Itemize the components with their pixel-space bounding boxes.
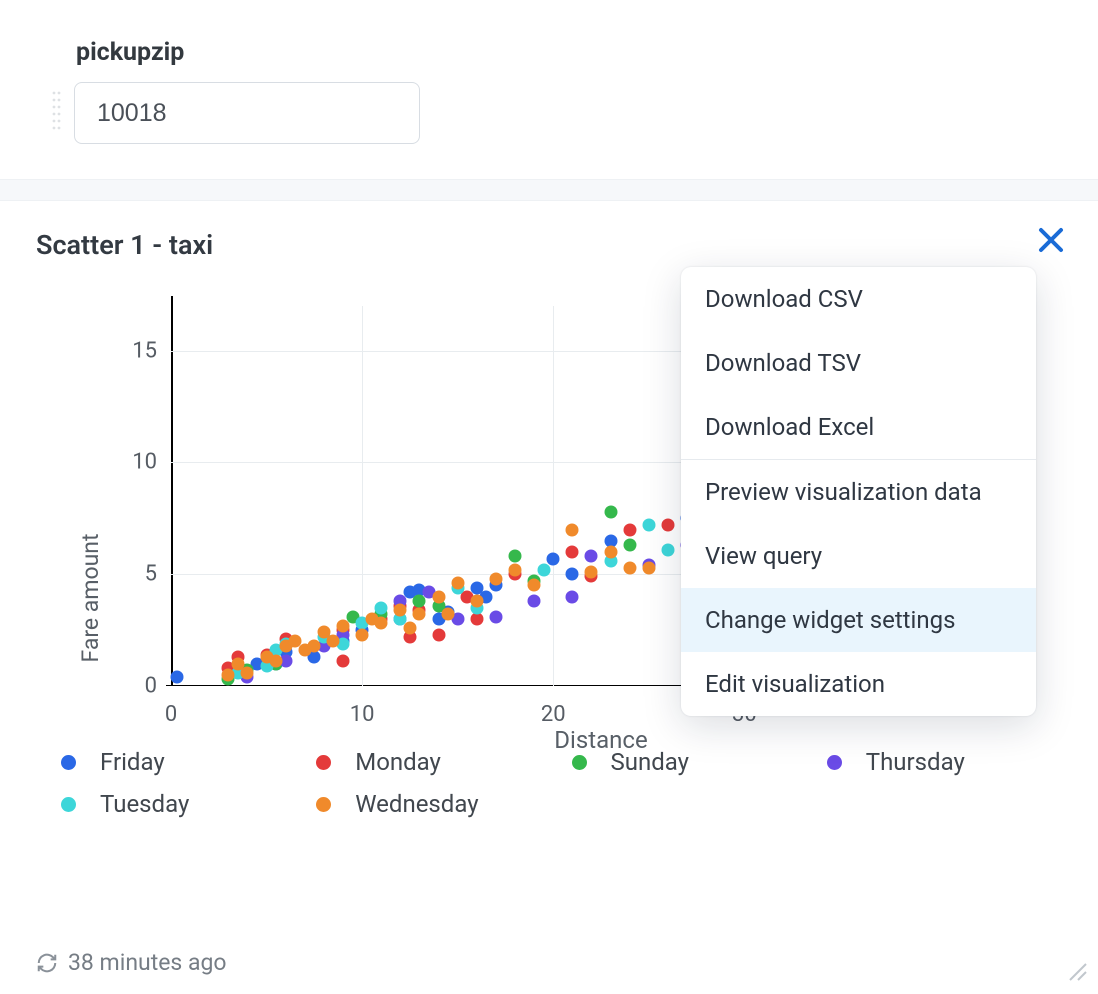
y-tick-label: 5 (145, 562, 171, 587)
scatter-point[interactable] (585, 566, 598, 579)
scatter-point[interactable] (470, 595, 483, 608)
legend-swatch (61, 797, 76, 812)
scatter-point[interactable] (528, 595, 541, 608)
legend-swatch (572, 755, 587, 770)
resize-handle-icon[interactable] (1066, 960, 1088, 986)
x-tick-label: 0 (165, 686, 177, 727)
scatter-point[interactable] (566, 523, 579, 536)
scatter-point[interactable] (442, 608, 455, 621)
scatter-point[interactable] (451, 577, 464, 590)
filter-label: pickupzip (76, 38, 1098, 67)
scatter-point[interactable] (509, 563, 522, 576)
scatter-point[interactable] (356, 628, 369, 641)
drag-handle-icon[interactable] (52, 81, 66, 145)
legend-label: Tuesday (100, 790, 189, 818)
scatter-point[interactable] (432, 590, 445, 603)
chart-card: Scatter 1 - taxi Fare amount 05101501020… (0, 201, 1098, 994)
scatter-point[interactable] (604, 505, 617, 518)
scatter-point[interactable] (375, 601, 388, 614)
scatter-point[interactable] (403, 621, 416, 634)
refresh-icon[interactable] (36, 952, 58, 974)
divider (0, 179, 1098, 201)
legend-swatch (316, 755, 331, 770)
chart-context-menu: Download CSVDownload TSVDownload ExcelPr… (681, 267, 1036, 716)
legend-item-tuesday[interactable]: Tuesday (61, 790, 296, 818)
last-refresh-time: 38 minutes ago (68, 949, 227, 976)
scatter-point[interactable] (270, 655, 283, 668)
legend-label: Friday (100, 748, 165, 776)
scatter-point[interactable] (432, 628, 445, 641)
gridline-v (553, 306, 554, 686)
scatter-point[interactable] (337, 619, 350, 632)
filter-panel: pickupzip (0, 0, 1098, 179)
scatter-point[interactable] (566, 568, 579, 581)
scatter-point[interactable] (585, 550, 598, 563)
menu-item-edit-visualization[interactable]: Edit visualization (681, 652, 1036, 716)
scatter-point[interactable] (623, 523, 636, 536)
scatter-point[interactable] (308, 639, 321, 652)
scatter-point[interactable] (470, 612, 483, 625)
x-axis-title: Distance (171, 726, 1031, 754)
scatter-point[interactable] (642, 519, 655, 532)
scatter-point[interactable] (604, 545, 617, 558)
scatter-point[interactable] (661, 543, 674, 556)
scatter-point[interactable] (241, 666, 254, 679)
menu-item-download-tsv[interactable]: Download TSV (681, 331, 1036, 395)
scatter-point[interactable] (375, 617, 388, 630)
y-axis-title: Fare amount (77, 533, 104, 662)
scatter-point[interactable] (489, 572, 502, 585)
menu-item-change-widget-settings[interactable]: Change widget settings (681, 588, 1036, 652)
card-footer: 38 minutes ago (36, 949, 1062, 976)
scatter-point[interactable] (537, 563, 550, 576)
scatter-point[interactable] (509, 550, 522, 563)
scatter-point[interactable] (528, 579, 541, 592)
legend-swatch (61, 755, 76, 770)
scatter-point[interactable] (413, 608, 426, 621)
legend-swatch (827, 755, 842, 770)
pickupzip-input[interactable] (74, 82, 420, 144)
y-axis-line (171, 296, 173, 686)
close-icon[interactable] (1036, 225, 1066, 255)
x-tick-label: 10 (350, 686, 375, 727)
legend-label: Wednesday (355, 790, 478, 818)
scatter-point[interactable] (222, 668, 235, 681)
scatter-point[interactable] (623, 561, 636, 574)
scatter-point[interactable] (327, 635, 340, 648)
scatter-point[interactable] (566, 545, 579, 558)
menu-item-download-excel[interactable]: Download Excel (681, 395, 1036, 459)
legend: FridayMondaySundayThursdayTuesdayWednesd… (61, 748, 1062, 818)
scatter-point[interactable] (661, 519, 674, 532)
legend-item-wednesday[interactable]: Wednesday (316, 790, 551, 818)
menu-item-view-query[interactable]: View query (681, 524, 1036, 588)
y-tick-label: 15 (132, 338, 171, 363)
scatter-point[interactable] (489, 610, 502, 623)
menu-item-download-csv[interactable]: Download CSV (681, 267, 1036, 331)
scatter-point[interactable] (337, 655, 350, 668)
scatter-point[interactable] (642, 561, 655, 574)
scatter-point[interactable] (623, 539, 636, 552)
scatter-point[interactable] (566, 590, 579, 603)
scatter-point[interactable] (394, 604, 407, 617)
scatter-point[interactable] (170, 671, 183, 684)
chart-title: Scatter 1 - taxi (36, 229, 1062, 261)
scatter-point[interactable] (547, 552, 560, 565)
y-tick-label: 10 (132, 450, 171, 475)
legend-swatch (316, 797, 331, 812)
x-tick-label: 20 (541, 686, 566, 727)
menu-item-preview-visualization-data[interactable]: Preview visualization data (681, 460, 1036, 524)
